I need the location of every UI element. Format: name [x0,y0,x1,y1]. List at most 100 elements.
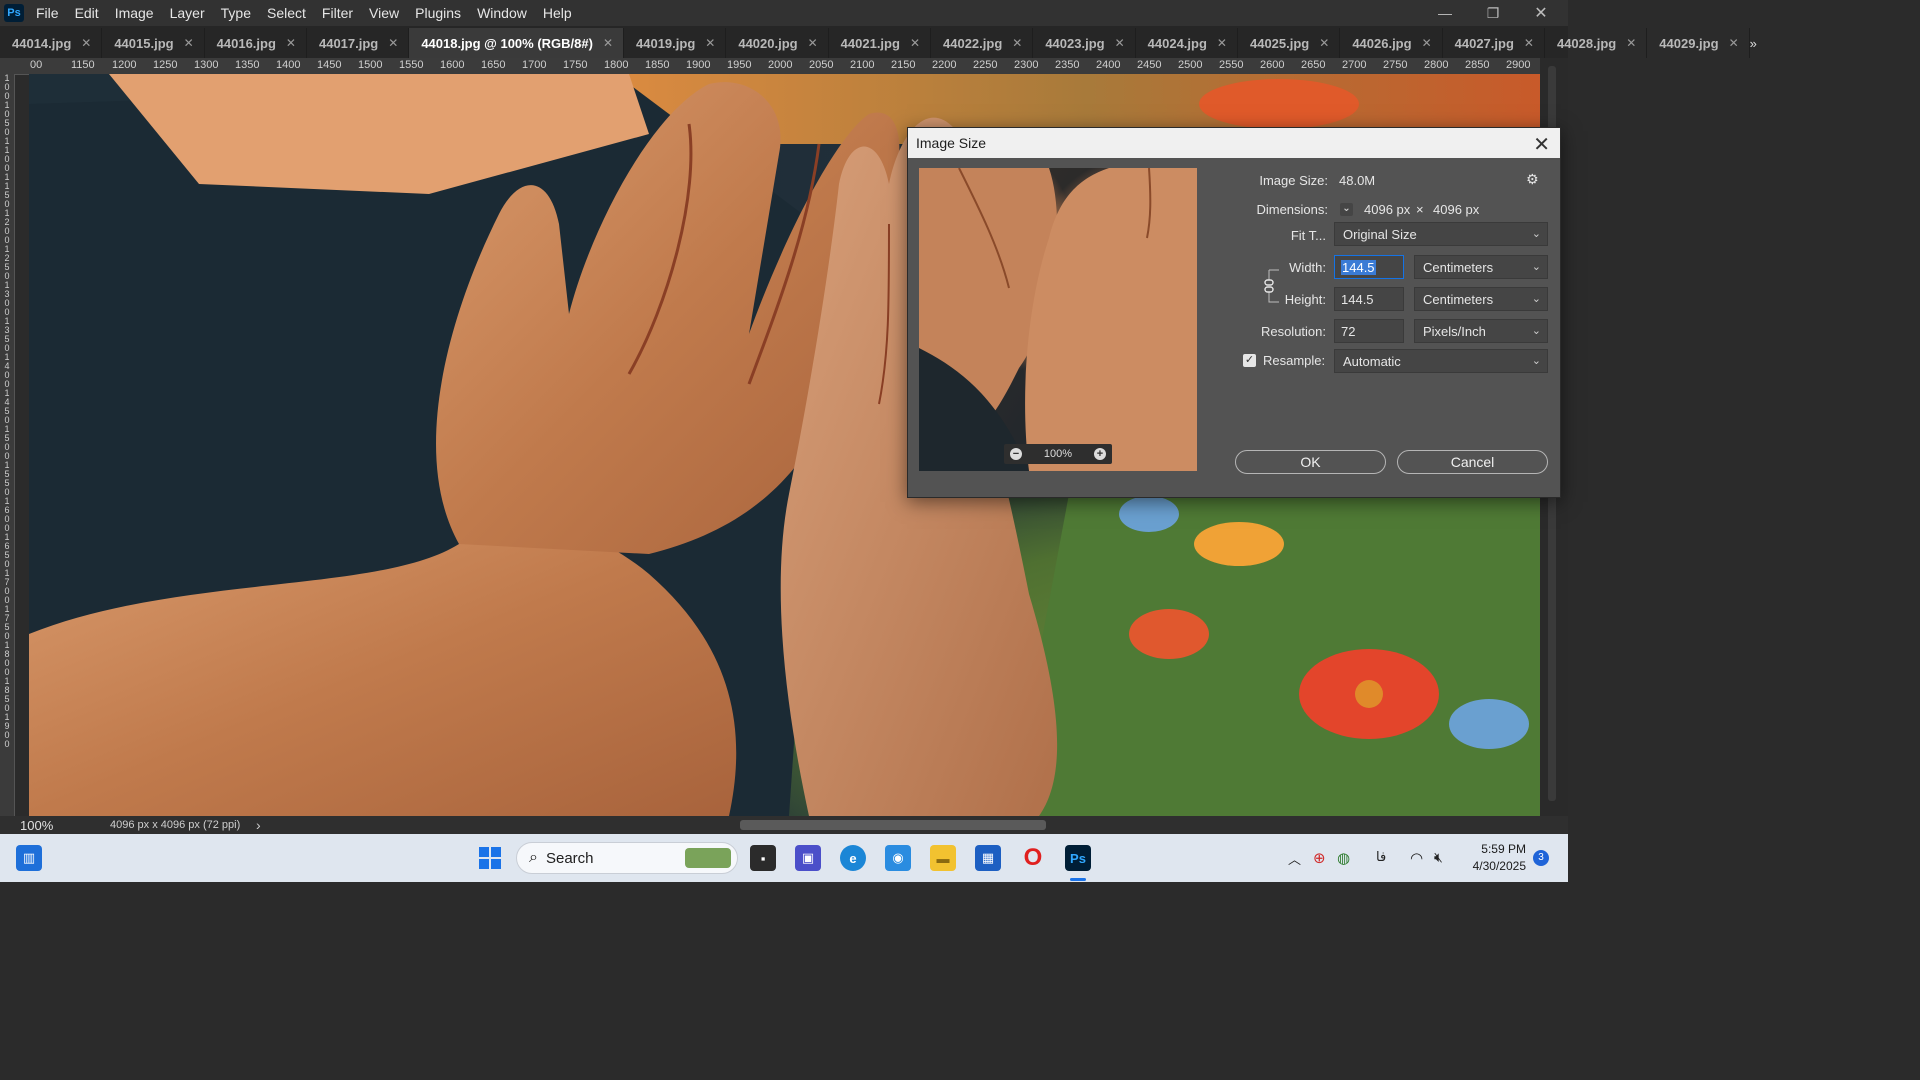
document-tab[interactable]: 44028.jpg ✕ [1545,28,1648,58]
ruler-corner[interactable] [0,58,14,74]
menu-view[interactable]: View [361,5,407,21]
gear-icon[interactable]: ⚙ [1526,171,1539,188]
menu-edit[interactable]: Edit [67,5,107,21]
dialog-titlebar[interactable]: Image Size ✕ [908,128,1560,158]
tab-close-icon[interactable]: ✕ [1422,36,1432,50]
resolution-input[interactable]: 72 [1334,319,1404,343]
widgets-icon[interactable]: ▥ [16,845,42,871]
tab-close-icon[interactable]: ✕ [1012,36,1022,50]
width-unit-select[interactable]: Centimeters ⌄ [1414,255,1548,279]
photoshop-taskbar-icon[interactable]: Ps [1065,845,1091,871]
ok-button[interactable]: OK [1235,450,1386,474]
language-indicator[interactable]: فا [1376,849,1386,865]
document-tab[interactable]: 44026.jpg ✕ [1340,28,1443,58]
tab-close-icon[interactable]: ✕ [1524,36,1534,50]
tab-close-icon[interactable]: ✕ [81,36,91,50]
snipping-tool-icon[interactable]: ◉ [885,845,911,871]
document-tab[interactable]: 44018.jpg @ 100% (RGB/8#) ✕ [409,28,625,58]
ruler-tick-label: 2400 [1096,59,1121,71]
menu-image[interactable]: Image [107,5,162,21]
height-unit-select[interactable]: Centimeters ⌄ [1414,287,1548,311]
tab-overflow-icon[interactable]: » [1750,28,1757,58]
image-preview[interactable]: − 100% + [919,168,1197,471]
tab-close-icon[interactable]: ✕ [1217,36,1227,50]
ruler-tick-label: 1500 [358,59,383,71]
height-input[interactable]: 144.5 [1334,287,1404,311]
resample-method-select[interactable]: Automatic ⌄ [1334,349,1548,373]
restore-icon[interactable]: ❐ [1470,0,1516,26]
vpn-icon[interactable]: ⊕ [1313,849,1326,867]
horizontal-ruler[interactable]: 00 1150 1200 1250 1300 1350 1400 1450 1500 1550 16… [14,58,1540,75]
preview-zoom-value: 100% [1043,448,1073,460]
file-explorer-icon[interactable]: ▬ [930,845,956,871]
tab-close-icon[interactable]: ✕ [286,36,296,50]
search-icon: ⌕ [529,849,538,866]
opera-browser-icon[interactable]: O [1020,844,1046,871]
tab-close-icon[interactable]: ✕ [1729,36,1739,50]
tab-close-icon[interactable]: ✕ [705,36,715,50]
tab-close-icon[interactable]: ✕ [1115,36,1125,50]
tab-close-icon[interactable]: ✕ [910,36,920,50]
minimize-icon[interactable]: — [1422,0,1468,26]
menu-window[interactable]: Window [469,5,535,21]
menu-type[interactable]: Type [213,5,259,21]
teams-icon[interactable]: ▣ [795,845,821,871]
horizontal-scroll-thumb[interactable] [740,820,1046,830]
menu-filter[interactable]: Filter [314,5,361,21]
resolution-unit-select[interactable]: Pixels/Inch ⌄ [1414,319,1548,343]
menu-layer[interactable]: Layer [162,5,213,21]
document-tab[interactable]: 44021.jpg ✕ [829,28,931,58]
system-clock[interactable]: 5:59 PM 4/30/2025 [1466,841,1526,875]
tab-close-icon[interactable]: ✕ [808,36,818,50]
document-tab[interactable]: 44014.jpg ✕ [0,28,103,58]
volume-muted-icon[interactable]: 🔇︎ [1434,849,1443,866]
globe-icon[interactable]: ◍ [1337,849,1350,867]
task-view-icon[interactable]: ▪ [750,845,776,871]
notification-badge[interactable]: 3 [1533,850,1549,866]
ruler-tick-label: 1800 [604,59,629,71]
zoom-level[interactable]: 100% [0,818,82,833]
microsoft-store-icon[interactable]: ▦ [975,845,1001,871]
edge-browser-icon[interactable]: e [840,845,866,871]
zoom-in-icon[interactable]: + [1093,448,1106,460]
windows-start-icon[interactable] [477,845,503,871]
document-tab[interactable]: 44015.jpg ✕ [102,28,205,58]
width-input[interactable]: 144.5 [1334,255,1404,279]
cancel-button[interactable]: Cancel [1397,450,1548,474]
tab-close-icon[interactable]: ✕ [184,36,194,50]
ruler-tick-label: 2850 [1465,59,1490,71]
taskbar-search[interactable]: ⌕ Search [516,842,738,874]
zoom-out-icon[interactable]: − [1010,448,1022,460]
document-tab[interactable]: 44016.jpg ✕ [205,28,307,58]
show-hidden-icons-chevron-icon[interactable]: ︿ [1288,849,1301,868]
tab-close-icon[interactable]: ✕ [1319,36,1329,50]
document-tabs: 44014.jpg ✕ 44015.jpg ✕ 44016.jpg ✕ 44017.jpg ✕… [0,26,1757,58]
ruler-tick-label: 1250 [153,59,178,71]
document-tab[interactable]: 44025.jpg ✕ [1238,28,1341,58]
document-tab[interactable]: 44017.jpg ✕ [307,28,410,58]
document-tab[interactable]: 44020.jpg ✕ [726,28,829,58]
document-tab[interactable]: 44027.jpg ✕ [1443,28,1545,58]
menu-plugins[interactable]: Plugins [407,5,469,21]
tab-close-icon[interactable]: ✕ [1626,36,1636,50]
ruler-tick-label: 00 [30,59,43,71]
tab-close-icon[interactable]: ✕ [388,36,398,50]
document-tab[interactable]: 44029.jpg ✕ [1647,28,1750,58]
menu-select[interactable]: Select [259,5,314,21]
menu-file[interactable]: File [28,5,67,21]
vertical-ruler[interactable]: 1001050110011501200125013001350140014501… [0,74,15,816]
document-tab[interactable]: 44024.jpg ✕ [1136,28,1238,58]
fit-to-select[interactable]: Original Size ⌄ [1334,222,1548,246]
document-tab[interactable]: 44022.jpg ✕ [931,28,1034,58]
tab-close-icon[interactable]: ✕ [603,36,613,50]
wifi-icon[interactable]: ◠ [1410,849,1423,867]
dimensions-dropdown-icon[interactable]: ⌄ [1340,203,1353,216]
menu-help[interactable]: Help [535,5,580,21]
horizontal-scrollbar[interactable] [250,819,1540,831]
document-tab[interactable]: 44023.jpg ✕ [1033,28,1136,58]
document-tab[interactable]: 44019.jpg ✕ [624,28,727,58]
tab-label: 44019.jpg [636,35,696,51]
close-window-icon[interactable]: ✕ [1518,0,1564,26]
close-icon[interactable]: ✕ [1533,132,1550,157]
resample-checkbox[interactable]: ✓ [1243,354,1256,367]
